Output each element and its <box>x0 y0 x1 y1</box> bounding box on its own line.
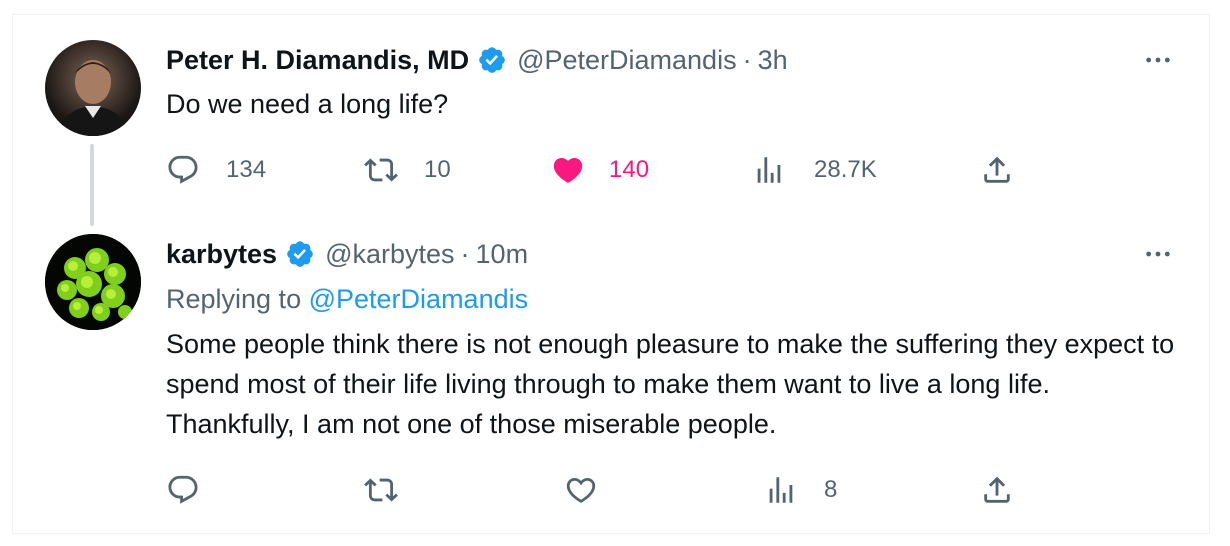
display-name[interactable]: karbytes <box>166 239 277 270</box>
retweet-count: 10 <box>424 156 451 183</box>
reply-count: 134 <box>226 156 267 183</box>
views-icon <box>757 157 781 183</box>
reply-icon <box>168 155 198 184</box>
share-button[interactable] <box>980 468 1014 512</box>
like-button[interactable] <box>564 468 598 512</box>
views-icon <box>769 477 793 503</box>
tweet-header: karbytes @karbytes · 10m <box>166 236 528 272</box>
retweet-button[interactable] <box>364 468 398 512</box>
avatar-karbytes[interactable] <box>45 234 141 330</box>
display-name[interactable]: Peter H. Diamandis, MD <box>166 45 469 76</box>
verified-badge-icon <box>285 239 315 269</box>
handle[interactable]: @PeterDiamandis <box>517 45 737 76</box>
tweet-header: Peter H. Diamandis, MD @PeterDiamandis ·… <box>166 42 788 78</box>
replying-to-label: Replying to <box>166 284 302 314</box>
separator-dot: · <box>460 238 470 269</box>
share-icon <box>984 156 1010 183</box>
more-options-icon[interactable] <box>1140 42 1176 78</box>
reply-button[interactable]: 134 <box>166 148 266 192</box>
share-icon <box>984 476 1010 503</box>
views-count: 8 <box>824 476 838 503</box>
tweet-actions-bar: 8 <box>0 468 1230 512</box>
views-count: 28.7K <box>814 156 877 183</box>
separator-dot: · <box>742 44 752 75</box>
like-icon <box>553 157 583 183</box>
share-button[interactable] <box>980 148 1014 192</box>
like-button[interactable]: 140 <box>551 148 649 192</box>
tweet-text: Some people think there is not enough pl… <box>166 329 1175 439</box>
replying-to-line: Replying to @PeterDiamandis <box>166 284 528 315</box>
retweet-icon <box>364 478 398 502</box>
tweet-actions-bar: 134 10 140 28.7K <box>0 148 1230 192</box>
avatar-portrait-image <box>57 60 129 136</box>
tweet-text: Do we need a long life? <box>166 89 449 119</box>
avatar-peter-diamandis[interactable] <box>45 40 141 136</box>
verified-badge-icon <box>477 45 507 75</box>
avatar-romanesco-image <box>45 234 141 330</box>
replying-to-mention[interactable]: @PeterDiamandis <box>309 284 529 314</box>
retweet-icon <box>364 158 398 182</box>
like-icon <box>566 477 596 503</box>
reply-button[interactable] <box>166 468 200 512</box>
timestamp[interactable]: 3h <box>758 45 788 76</box>
retweet-button[interactable]: 10 <box>364 148 451 192</box>
reply-icon <box>168 475 198 504</box>
like-count: 140 <box>609 156 650 183</box>
views-button[interactable]: 28.7K <box>752 148 877 192</box>
timestamp[interactable]: 10m <box>476 239 529 270</box>
views-button[interactable]: 8 <box>764 468 837 512</box>
more-options-icon[interactable] <box>1140 236 1176 272</box>
handle[interactable]: @karbytes <box>325 239 454 270</box>
